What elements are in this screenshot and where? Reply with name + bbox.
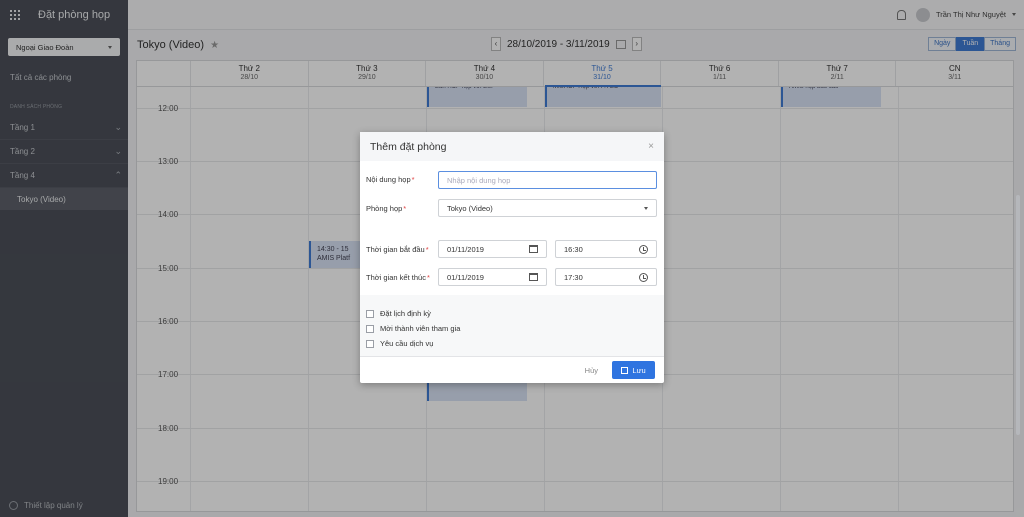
calendar-icon[interactable] — [529, 273, 538, 281]
calendar-scrollbar[interactable] — [1016, 195, 1020, 435]
room-select[interactable]: Tokyo (Video) — [438, 199, 657, 217]
close-icon[interactable]: × — [648, 141, 654, 152]
content-placeholder: Nhập nội dung họp — [447, 175, 511, 185]
options-section: Đặt lịch định kỳ Mời thành viên tham gia… — [360, 295, 664, 357]
clock-icon[interactable] — [639, 272, 648, 282]
end-date-input[interactable]: 01/11/2019 — [438, 268, 547, 286]
start-time-value: 16:30 — [564, 244, 583, 254]
checkbox-label: Yêu cầu dịch vụ — [380, 339, 434, 348]
content-label: Nội dung họp * — [366, 175, 415, 184]
invite-members-checkbox-row[interactable]: Mời thành viên tham gia — [366, 324, 460, 333]
calendar-icon[interactable] — [529, 245, 538, 253]
add-booking-dialog: Thêm đặt phòng × Nội dung họp * Nhập nội … — [360, 132, 664, 383]
start-date-value: 01/11/2019 — [447, 244, 484, 254]
room-select-value: Tokyo (Video) — [447, 203, 493, 213]
meeting-content-input[interactable]: Nhập nội dung họp — [438, 171, 657, 189]
caret-down-icon — [644, 206, 648, 210]
checkbox-label: Đặt lịch định kỳ — [380, 309, 431, 318]
invite-members-checkbox[interactable] — [366, 324, 374, 333]
end-date-value: 01/11/2019 — [447, 272, 484, 282]
start-time-input[interactable]: 16:30 — [555, 240, 657, 258]
room-label: Phòng họp * — [366, 204, 407, 213]
service-request-checkbox-row[interactable]: Yêu cầu dịch vụ — [366, 339, 433, 348]
end-time-input[interactable]: 17:30 — [555, 268, 657, 286]
dialog-title: Thêm đặt phòng — [370, 140, 447, 153]
service-request-checkbox[interactable] — [366, 339, 374, 348]
save-button[interactable]: Lưu — [612, 361, 655, 379]
recurring-checkbox[interactable] — [366, 309, 374, 318]
start-time-label: Thời gian bắt đầu * — [366, 245, 429, 254]
cancel-button[interactable]: Hủy — [585, 366, 598, 375]
recurring-checkbox-row[interactable]: Đặt lịch định kỳ — [366, 309, 431, 318]
end-time-label: Thời gian kết thúc * — [366, 273, 430, 282]
save-label: Lưu — [632, 365, 646, 375]
start-date-input[interactable]: 01/11/2019 — [438, 240, 547, 258]
end-time-value: 17:30 — [564, 272, 583, 282]
save-icon — [621, 366, 629, 374]
checkbox-label: Mời thành viên tham gia — [380, 324, 461, 333]
dialog-footer: Hủy Lưu — [360, 356, 664, 383]
clock-icon[interactable] — [639, 244, 648, 254]
